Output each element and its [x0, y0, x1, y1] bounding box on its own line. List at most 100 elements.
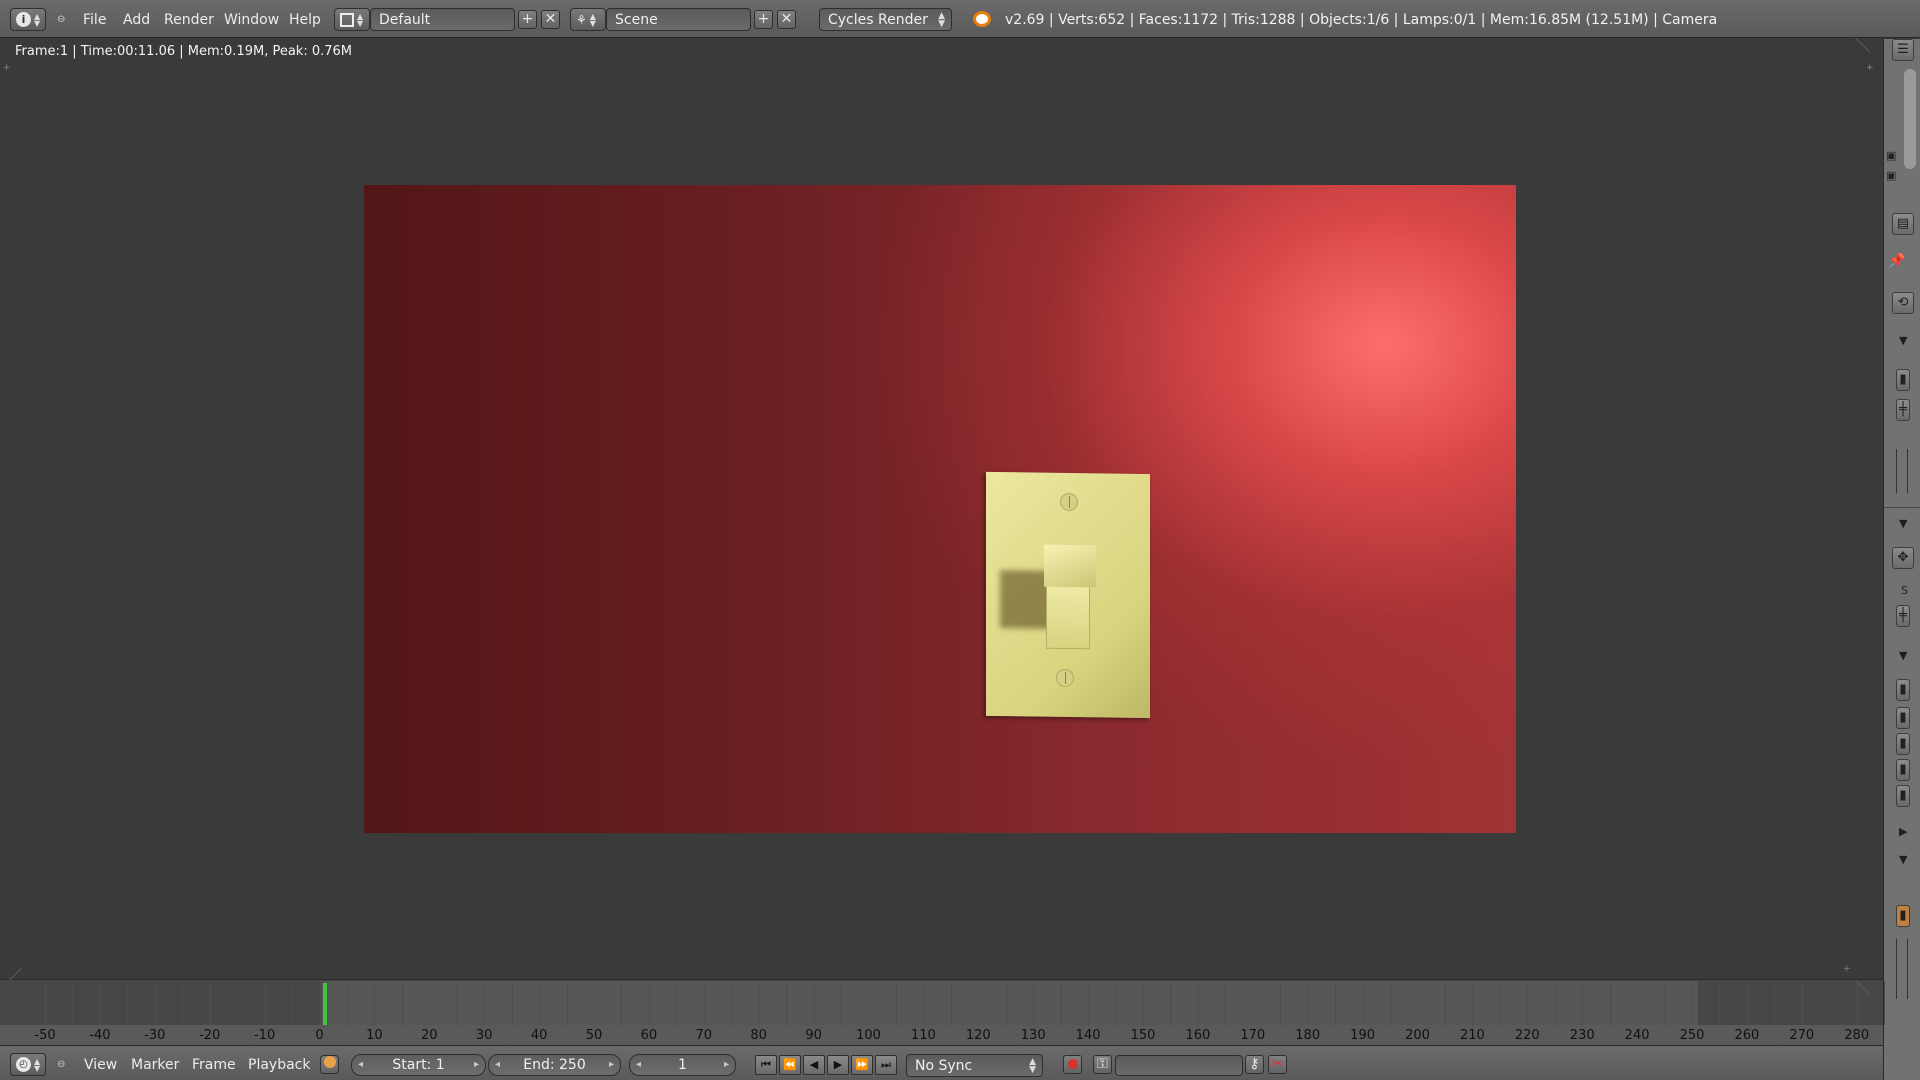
menu-frame[interactable]: Frame	[192, 1057, 236, 1073]
insert-keyframe-icon[interactable]: ⚷	[1245, 1055, 1264, 1074]
keying-set-field[interactable]	[1115, 1055, 1243, 1076]
jump-to-start-icon[interactable]: ⏮	[755, 1055, 777, 1075]
jump-to-next-keyframe-icon[interactable]: ⏩	[851, 1055, 873, 1075]
toggle-icon[interactable]: ▮	[1896, 759, 1910, 781]
screen-layout-browse-button[interactable]: ▲ ▼	[334, 8, 370, 31]
toggle-icon[interactable]: ▮	[1896, 785, 1910, 807]
toggle-icon[interactable]: ▮	[1896, 733, 1910, 755]
timeline-grid-line	[1197, 981, 1199, 1025]
add-scene-icon[interactable]: +	[754, 10, 773, 29]
jump-to-prev-keyframe-icon[interactable]: ⏪	[779, 1055, 801, 1075]
divider	[1884, 507, 1920, 508]
timeline-tick-label: 110	[910, 1028, 936, 1043]
timeline-corner-resize-handle[interactable]	[1855, 980, 1887, 994]
timeline-grid-line	[1472, 981, 1474, 1025]
viewport-corner-plus-icon[interactable]: +	[3, 63, 11, 73]
remove-layout-icon[interactable]: ✕	[541, 10, 560, 29]
render-viewport[interactable]: Frame:1 | Time:00:11.06 | Mem:0.19M, Pea…	[0, 38, 1887, 979]
viewport-corner-plus-icon[interactable]: +	[1843, 964, 1851, 974]
timeline-grid-line	[1856, 981, 1858, 1025]
timeline-grid-line	[99, 981, 101, 1025]
slider-track[interactable]	[1896, 939, 1908, 999]
decrement-arrow-icon[interactable]: ◂	[636, 1055, 641, 1075]
panel-collapsed-triangle-icon[interactable]: ▶	[1899, 825, 1907, 838]
play-reverse-icon[interactable]: ◀	[803, 1055, 825, 1075]
record-button[interactable]	[1063, 1055, 1082, 1074]
preview-range-icon[interactable]	[320, 1055, 339, 1074]
menu-add[interactable]: Add	[123, 12, 150, 28]
scene-browse-button[interactable]: ⚘ ▲ ▼	[570, 8, 606, 31]
remove-scene-icon[interactable]: ✕	[777, 10, 796, 29]
panel-expand-triangle-icon[interactable]: ▼	[1899, 334, 1907, 347]
timeline-grid-line	[813, 981, 815, 1025]
timeline-grid-line	[731, 981, 733, 1025]
play-icon[interactable]: ▶	[827, 1055, 849, 1075]
timeline-grid-line	[1005, 981, 1007, 1025]
properties-editor-icon[interactable]: ☰	[1892, 39, 1914, 61]
editor-type-button[interactable]: i ▲ ▼	[10, 8, 46, 31]
viewport-corner-plus-icon[interactable]: +	[1866, 63, 1874, 73]
timeline-tick-label: 90	[805, 1028, 822, 1043]
color-slider-icon[interactable]: ▮	[1896, 905, 1910, 927]
timeline-grid-line	[1060, 981, 1062, 1025]
render-properties-icon[interactable]: ▤	[1892, 213, 1914, 235]
menu-render[interactable]: Render	[164, 12, 214, 28]
toggle-icon[interactable]: ▮	[1896, 679, 1910, 701]
slider-icon[interactable]: ╪	[1896, 399, 1910, 421]
scene-statistics: v2.69 | Verts:652 | Faces:1172 | Tris:12…	[1005, 12, 1718, 28]
timeline-tick-label: 260	[1734, 1028, 1760, 1043]
info-icon: i	[16, 12, 31, 27]
timeline-grid-line	[127, 981, 129, 1025]
timeline-grid-line	[1033, 981, 1035, 1025]
camera-icon[interactable]: ▣	[1886, 149, 1896, 162]
panel-expand-triangle-icon[interactable]: ▼	[1899, 853, 1907, 866]
timeline-frame-range	[322, 981, 1698, 1025]
decrement-arrow-icon[interactable]: ◂	[495, 1055, 500, 1075]
menu-view[interactable]: View	[84, 1057, 117, 1073]
jump-to-end-icon[interactable]: ⏭	[875, 1055, 897, 1075]
properties-scrollbar[interactable]	[1904, 69, 1916, 169]
timeline-grid-line	[868, 981, 870, 1025]
menu-window[interactable]: Window	[224, 12, 279, 28]
menu-marker[interactable]: Marker	[131, 1057, 179, 1073]
refresh-icon[interactable]: ⟲	[1892, 292, 1914, 314]
toggle-icon[interactable]: ▮	[1896, 707, 1910, 729]
collapse-menus-icon[interactable]: ⊖	[57, 14, 65, 25]
timeline-scale[interactable]: -50 -40 -30 -20 -10 0 10 20 30 40 50 60 70 80 90 100 110…	[0, 1025, 1883, 1045]
slider-icon[interactable]: ╪	[1896, 605, 1910, 627]
timeline-grid-line	[895, 981, 897, 1025]
current-frame-field[interactable]: ◂ 1 ▸	[629, 1054, 736, 1076]
editor-type-button[interactable]: ◴ ▲ ▼	[10, 1053, 46, 1076]
move-icon[interactable]: ✥	[1892, 547, 1914, 569]
panel-expand-triangle-icon[interactable]: ▼	[1899, 517, 1907, 530]
sync-mode-dropdown[interactable]: No Sync ▲ ▼	[906, 1054, 1043, 1077]
record-icon	[1067, 1059, 1078, 1069]
delete-keyframe-icon[interactable]: ✂	[1268, 1055, 1287, 1074]
pin-icon[interactable]: 📌	[1888, 253, 1905, 269]
timeline-editor[interactable]: -50 -40 -30 -20 -10 0 10 20 30 40 50 60 70 80 90 100 110…	[0, 968, 1887, 1045]
collapse-menus-icon[interactable]: ⊖	[57, 1059, 65, 1070]
end-frame-field[interactable]: ◂ End: 250 ▸	[488, 1054, 621, 1076]
increment-arrow-icon[interactable]: ▸	[609, 1055, 614, 1075]
screen-layout-field[interactable]: Default	[370, 8, 515, 31]
menu-help[interactable]: Help	[289, 12, 321, 28]
camera-icon[interactable]: ▣	[1886, 169, 1896, 182]
keying-set-icon[interactable]: ⚿	[1093, 1055, 1112, 1074]
timeline-playhead[interactable]	[322, 983, 327, 1027]
slider-track[interactable]	[1896, 449, 1908, 493]
timeline-tick-label: 270	[1789, 1028, 1815, 1043]
menu-playback[interactable]: Playback	[248, 1057, 310, 1073]
timeline-tick-label: 70	[695, 1028, 713, 1043]
increment-arrow-icon[interactable]: ▸	[474, 1055, 479, 1075]
scene-field[interactable]: Scene	[606, 8, 751, 31]
toggle-icon[interactable]: ▮	[1896, 369, 1910, 391]
timeline-grid-line	[1143, 981, 1144, 1025]
menu-file[interactable]: File	[83, 12, 106, 28]
start-frame-field[interactable]: ◂ Start: 1 ▸	[351, 1054, 486, 1076]
timeline-grid-line	[1335, 981, 1337, 1025]
render-engine-dropdown[interactable]: Cycles Render ▲ ▼	[819, 8, 952, 31]
decrement-arrow-icon[interactable]: ◂	[358, 1055, 363, 1075]
add-layout-icon[interactable]: +	[518, 10, 537, 29]
panel-expand-triangle-icon[interactable]: ▼	[1899, 649, 1907, 662]
increment-arrow-icon[interactable]: ▸	[724, 1055, 729, 1075]
